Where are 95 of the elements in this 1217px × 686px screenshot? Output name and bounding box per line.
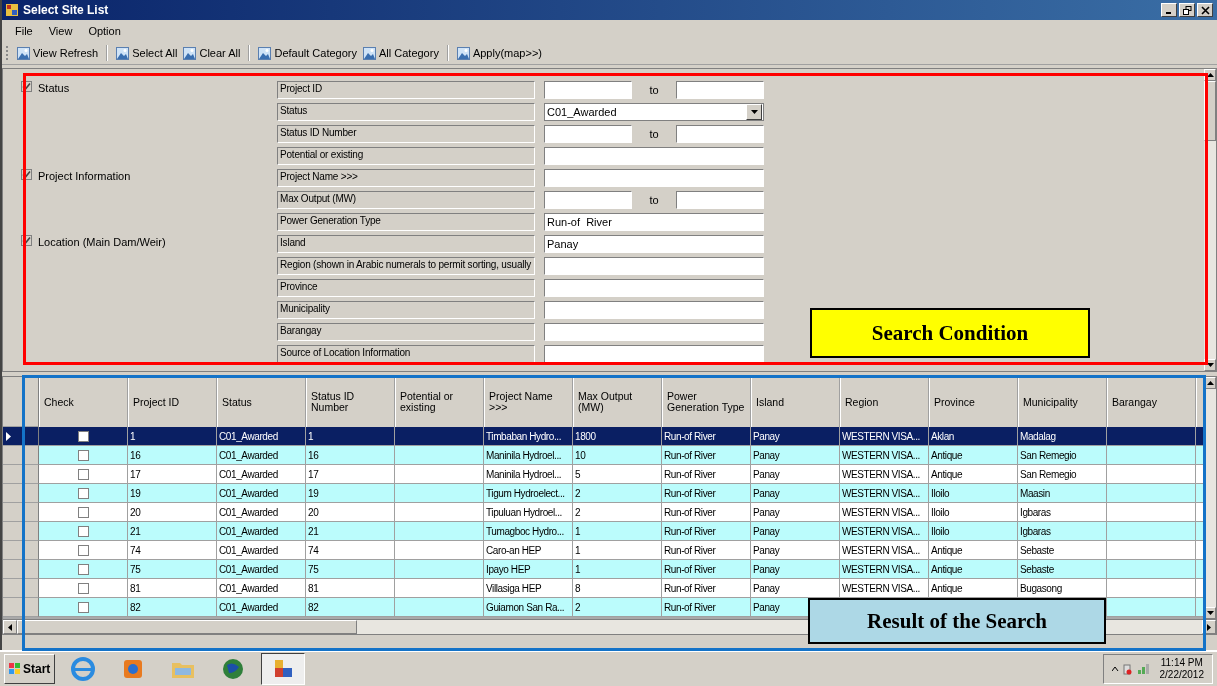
table-cell: Guiamon San Ra... — [484, 598, 573, 617]
row-checkbox[interactable] — [77, 506, 89, 518]
up-arrow-icon — [1206, 381, 1214, 385]
status-dropdown[interactable]: C01_Awarded — [544, 103, 764, 121]
down-arrow-icon — [1206, 611, 1214, 615]
minimize-button[interactable] — [1161, 3, 1177, 17]
group-checkbox[interactable] — [21, 235, 32, 246]
window-title: Select Site List — [23, 3, 109, 17]
range-from-field[interactable] — [544, 125, 632, 143]
app-icon — [6, 4, 18, 16]
group-checkbox[interactable] — [21, 81, 32, 92]
four-squares-icon — [9, 663, 21, 675]
toolbar-button[interactable]: Select All — [114, 44, 180, 62]
range-to-label: to — [648, 193, 660, 208]
field-label: Municipality — [277, 301, 535, 319]
field-label: Status — [277, 103, 535, 121]
table-cell: Run-of River — [662, 598, 751, 617]
row-checkbox[interactable] — [77, 525, 89, 537]
close-button[interactable] — [1197, 3, 1213, 17]
table-cell: 82 — [128, 598, 217, 617]
group-label: Project Information — [38, 169, 131, 182]
restore-icon — [1182, 5, 1192, 15]
range-to-field[interactable] — [676, 81, 764, 99]
field-label: Potential or existing — [277, 147, 535, 165]
field-label: Source of Location Information — [277, 345, 535, 363]
text-field[interactable]: Panay — [544, 235, 764, 253]
scroll-left-button[interactable] — [3, 620, 17, 634]
field-label: Power Generation Type — [277, 213, 535, 231]
table-cell: C01_Awarded — [217, 598, 306, 617]
group-checkbox[interactable] — [21, 169, 32, 180]
picture-icon — [116, 46, 130, 60]
text-field[interactable] — [544, 345, 764, 363]
field-label: Barangay — [277, 323, 535, 341]
restore-button[interactable] — [1179, 3, 1195, 17]
picture-icon — [258, 46, 272, 60]
text-field[interactable] — [544, 147, 764, 165]
up-arrow-icon — [1206, 73, 1214, 77]
field-label: Province — [277, 279, 535, 297]
down-arrow-icon — [1206, 363, 1214, 367]
scroll-thumb[interactable] — [17, 620, 357, 634]
menu-item[interactable]: View — [43, 23, 78, 39]
right-arrow-icon — [1207, 623, 1211, 631]
row-checkbox[interactable] — [77, 487, 89, 499]
clock-date: 2/22/2012 — [1159, 669, 1204, 681]
group-label: Location (Main Dam/Weir) — [38, 235, 166, 248]
left-arrow-icon — [8, 623, 12, 631]
row-checkbox[interactable] — [77, 449, 89, 461]
app-taskbar-icon[interactable] — [261, 653, 306, 685]
field-label: Project ID — [277, 81, 535, 99]
range-from-field[interactable] — [544, 191, 632, 209]
row-checkbox[interactable] — [77, 601, 89, 613]
toolbar-button[interactable]: All Category — [361, 44, 441, 62]
toolbar-button[interactable]: Apply(map>>) — [454, 44, 544, 62]
row-header[interactable] — [3, 427, 39, 446]
row-checkbox[interactable] — [77, 582, 89, 594]
field-label: Island — [277, 235, 535, 253]
group-label: Status — [38, 81, 70, 94]
picture-icon — [363, 46, 376, 60]
menu-item[interactable]: File — [10, 23, 38, 39]
row-checkbox[interactable] — [77, 430, 89, 442]
toolbar-button[interactable]: View Refresh — [15, 44, 101, 62]
picture-icon — [183, 46, 197, 60]
row-checkbox[interactable] — [77, 563, 89, 575]
range-to-field[interactable] — [676, 191, 764, 209]
range-to-label: to — [648, 127, 660, 142]
field-label: Region (shown in Arabic numerals to permit sorting, usually — [277, 257, 535, 275]
text-field[interactable] — [544, 279, 764, 297]
text-field[interactable] — [544, 257, 764, 275]
start-button[interactable]: Start — [4, 654, 56, 684]
table-cell: 82 — [306, 598, 395, 617]
text-field[interactable] — [544, 301, 764, 319]
row-checkbox[interactable] — [77, 468, 89, 480]
range-to-field[interactable] — [676, 125, 764, 143]
field-label: Max Output (MW) — [277, 191, 535, 209]
row-checkbox[interactable] — [77, 544, 89, 556]
row-pointer-icon — [6, 431, 11, 441]
toolbar-button[interactable]: Clear All — [181, 44, 243, 62]
table-cell: 2 — [573, 598, 662, 617]
toolbar-button[interactable]: Default Category — [256, 44, 359, 62]
callout-label: Result of the Search — [808, 598, 1106, 644]
caret-icon — [750, 110, 758, 114]
field-label: Status ID Number — [277, 125, 535, 143]
text-field[interactable] — [544, 169, 764, 187]
text-field[interactable]: Run-of River — [544, 213, 764, 231]
picture-icon — [456, 46, 470, 60]
range-from-field[interactable] — [544, 81, 632, 99]
tray-icons[interactable] — [1111, 663, 1152, 675]
clock-time: 11:14 PM — [1160, 657, 1203, 669]
range-to-label: to — [648, 83, 660, 98]
text-field[interactable] — [544, 323, 764, 341]
picture-icon — [17, 46, 30, 60]
field-label: Project Name >>> — [277, 169, 535, 187]
close-icon — [1200, 5, 1210, 15]
menu-item[interactable]: Option — [83, 23, 126, 39]
callout-label: Search Condition — [810, 308, 1090, 358]
